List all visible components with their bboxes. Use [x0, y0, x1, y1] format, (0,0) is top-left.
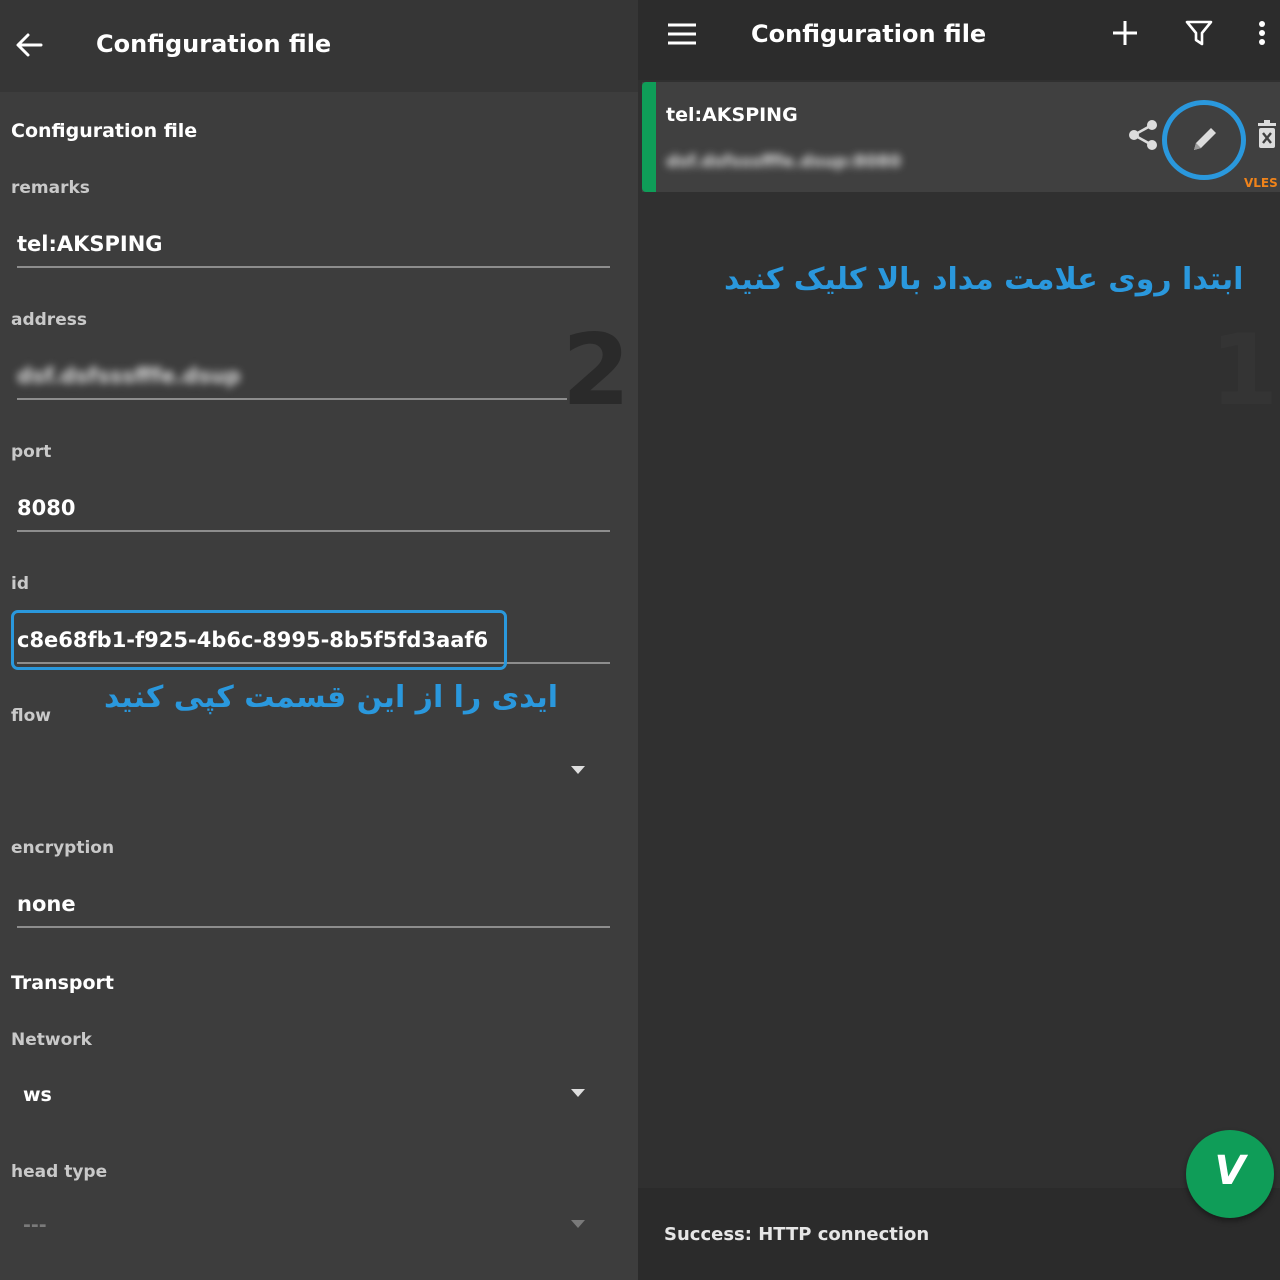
page-title: Configuration file	[96, 30, 332, 58]
encryption-label: encryption	[11, 838, 115, 858]
encryption-field[interactable]: none	[17, 884, 610, 928]
pencil-icon	[1194, 128, 1216, 150]
remarks-value: tel:AKSPING	[17, 232, 163, 256]
screenshot-root: Configuration file Configuration file re…	[0, 0, 1280, 1280]
edit-top-bar: Configuration file	[0, 0, 638, 92]
share-icon[interactable]	[1126, 118, 1160, 152]
transport-title: Transport	[11, 972, 115, 994]
headtype-select-value[interactable]: ---	[23, 1214, 47, 1236]
headtype-label: head type	[11, 1162, 108, 1182]
click-pencil-annotation: ابتدا روی علامت مداد بالا کلیک کنید	[724, 262, 1244, 297]
remarks-label: remarks	[11, 178, 90, 198]
status-text: Success: HTTP connection	[664, 1224, 930, 1245]
network-label: Network	[11, 1030, 92, 1050]
more-vert-icon[interactable]	[1254, 18, 1270, 48]
delete-icon[interactable]	[1256, 120, 1278, 150]
filter-icon[interactable]	[1184, 18, 1214, 48]
step-number-2: 2	[562, 314, 631, 428]
menu-icon[interactable]	[666, 20, 698, 48]
connect-fab[interactable]: V	[1186, 1130, 1274, 1218]
protocol-tag: VLES	[1244, 176, 1278, 190]
status-bar: Success: HTTP connection	[638, 1188, 1280, 1280]
address-value-blurred: dsf.dsfsssfffe.dsup	[17, 364, 241, 388]
server-card[interactable]: tel:AKSPING dsf.dsfsssfffe.dsup:8080	[642, 82, 1280, 192]
flow-label: flow	[11, 706, 51, 726]
network-dropdown-arrow-icon[interactable]	[571, 1089, 585, 1097]
copy-id-annotation: ایدی را از این قسمت کپی کنید	[104, 680, 559, 715]
edit-button[interactable]	[1162, 100, 1246, 180]
headtype-dropdown-arrow-icon[interactable]	[571, 1220, 585, 1228]
app-title: Configuration file	[751, 20, 987, 48]
step-number-1: 1	[1210, 314, 1279, 428]
plus-icon[interactable]	[1110, 18, 1140, 48]
back-arrow-icon[interactable]	[12, 28, 46, 62]
server-name: tel:AKSPING	[666, 104, 798, 126]
id-highlight-box	[11, 610, 507, 670]
remarks-field[interactable]: tel:AKSPING	[17, 224, 610, 268]
main-top-bar: Configuration file	[638, 0, 1280, 80]
server-list-panel: Configuration file tel:AKSPING dsf.dsfss…	[638, 0, 1280, 1280]
network-select-value[interactable]: ws	[23, 1084, 52, 1106]
edit-server-panel: Configuration file Configuration file re…	[0, 0, 638, 1280]
address-field[interactable]: dsf.dsfsssfffe.dsup	[17, 356, 567, 400]
address-label: address	[11, 310, 87, 330]
id-label: id	[11, 574, 29, 594]
port-label: port	[11, 442, 52, 462]
port-value: 8080	[17, 496, 76, 520]
flow-dropdown-arrow-icon[interactable]	[571, 766, 585, 774]
port-field[interactable]: 8080	[17, 488, 610, 532]
active-indicator	[642, 82, 656, 192]
v-logo-icon: V	[1214, 1148, 1246, 1194]
encryption-value: none	[17, 892, 76, 916]
server-address-blurred: dsf.dsfsssfffe.dsup:8080	[666, 152, 902, 172]
section-title: Configuration file	[11, 120, 198, 142]
